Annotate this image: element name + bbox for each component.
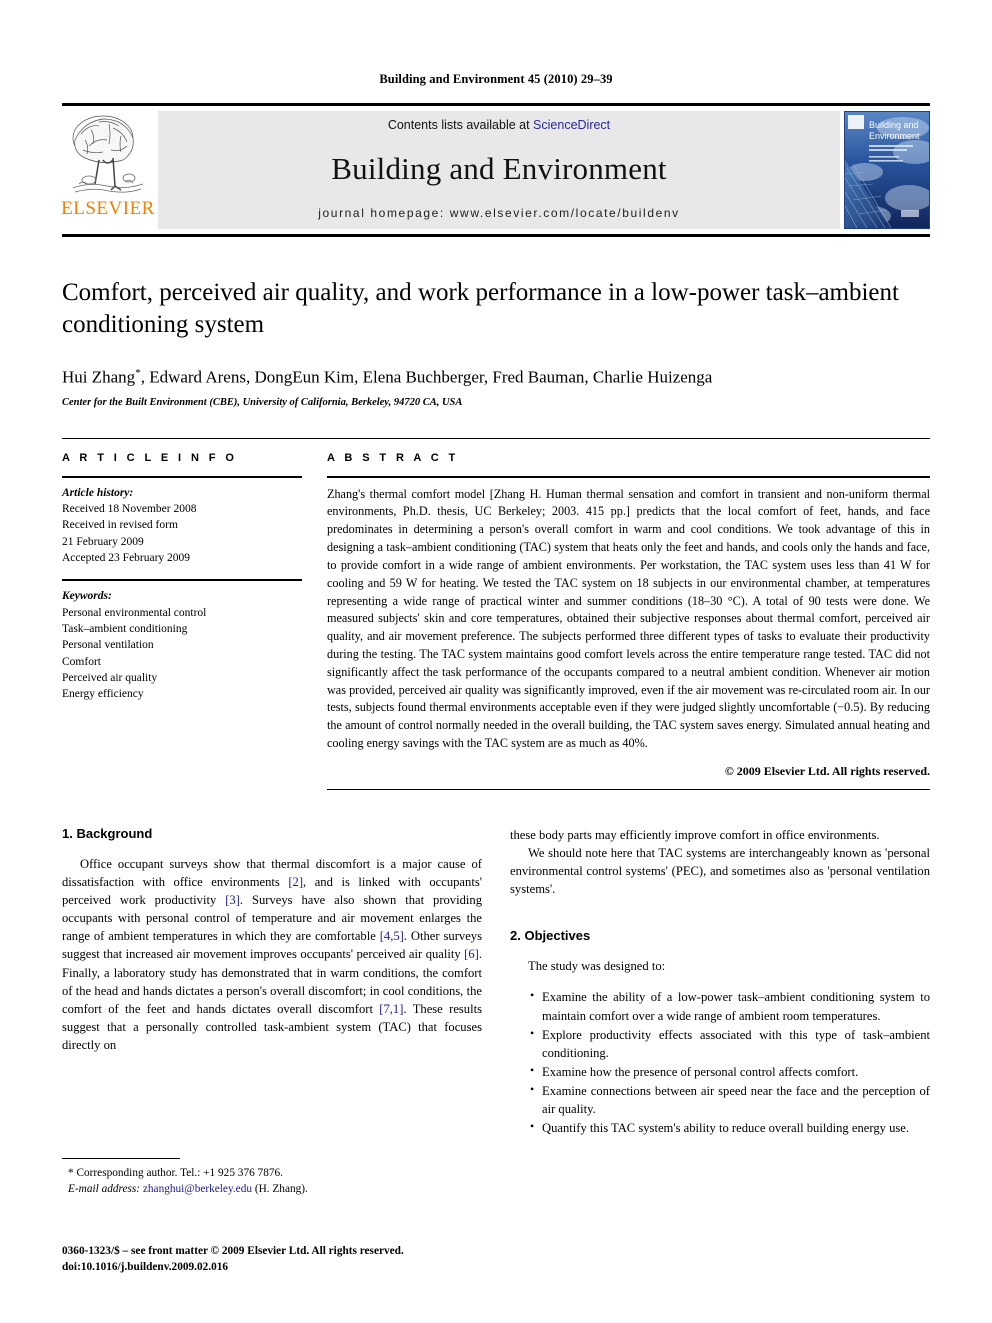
keywords-label: Keywords:	[62, 590, 112, 603]
history-item: 21 February 2009	[62, 535, 144, 548]
journal-title: Building and Environment	[331, 151, 667, 186]
journal-cover-image: Building and Environment	[845, 112, 929, 228]
elsevier-wordmark: ELSEVIER	[61, 198, 155, 219]
keyword-item: Energy efficiency	[62, 688, 144, 701]
left-column: 1. Background Office occupant surveys sh…	[62, 826, 482, 1139]
section-heading-background: 1. Background	[62, 825, 153, 841]
corresponding-author-note: * Corresponding author. Tel.: +1 925 376…	[68, 1167, 283, 1179]
abstract-column: A B S T R A C T Zhang's thermal comfort …	[327, 452, 930, 790]
keyword-item: Personal ventilation	[62, 639, 154, 652]
email-suffix: (H. Zhang).	[254, 1183, 308, 1196]
list-item: Examine how the presence of personal con…	[530, 1062, 930, 1081]
background-paragraph-2: We should note here that TAC systems are…	[510, 845, 930, 897]
running-head: Building and Environment 45 (2010) 29–39	[379, 72, 613, 86]
keyword-item: Task–ambient conditioning	[62, 622, 188, 635]
abstract-text: Zhang's thermal comfort model [Zhang H. …	[327, 486, 930, 751]
list-item: Explore productivity effects associated …	[530, 1025, 930, 1062]
history-item: Received 18 November 2008	[62, 502, 197, 515]
keyword-item: Comfort	[62, 655, 101, 668]
article-history-label: Article history:	[62, 486, 134, 499]
citation-link[interactable]: [2]	[288, 875, 303, 889]
title-block: Comfort, perceived air quality, and work…	[62, 277, 930, 408]
footer-issn-block: 0360-1323/$ – see front matter © 2009 El…	[62, 1243, 522, 1276]
email-note: E-mail address: zhanghui@berkeley.edu (H…	[62, 1181, 482, 1197]
cover-title-line2: Environment	[869, 131, 920, 141]
contents-prefix: Contents lists available at	[387, 118, 534, 132]
paper-page: Building and Environment 45 (2010) 29–39	[0, 0, 992, 1323]
abstract-bottom-rule	[327, 788, 930, 790]
keywords-block: Keywords: Personal environmental control…	[62, 581, 302, 702]
email-link[interactable]: zhanghui@berkeley.edu	[143, 1183, 252, 1195]
citation-link[interactable]: [4,5]	[380, 929, 404, 943]
history-item: Accepted 23 February 2009	[62, 551, 191, 564]
email-label: E-mail address:	[68, 1183, 141, 1196]
masthead-center: Contents lists available at ScienceDirec…	[158, 111, 840, 229]
keyword-item: Perceived air quality	[62, 671, 158, 684]
citation-link[interactable]: [7,1]	[379, 1002, 403, 1016]
citation-link[interactable]: [6]	[464, 947, 479, 961]
footnote-area: * Corresponding author. Tel.: +1 925 376…	[62, 1158, 482, 1197]
elsevier-tree-icon	[69, 110, 147, 198]
abstract-heading: A B S T R A C T	[327, 451, 459, 464]
journal-homepage-link[interactable]: journal homepage: www.elsevier.com/locat…	[318, 206, 680, 220]
doi-line[interactable]: doi:10.1016/j.buildenv.2009.02.016	[62, 1259, 522, 1275]
article-info-heading: A R T I C L E I N F O	[62, 451, 238, 464]
contents-available-line: Contents lists available at ScienceDirec…	[388, 118, 610, 132]
author-list: Hui Zhang*, Edward Arens, DongEun Kim, E…	[62, 367, 713, 387]
footnote-rule	[62, 1158, 180, 1159]
section-heading-objectives: 2. Objectives	[510, 928, 591, 944]
paper-title: Comfort, perceived air quality, and work…	[62, 279, 899, 338]
info-abstract-region: A R T I C L E I N F O Article history: R…	[62, 437, 930, 790]
right-column: these body parts may efficiently improve…	[510, 826, 930, 1139]
background-paragraph-1: Office occupant surveys show that therma…	[62, 855, 482, 1054]
copyright-line: © 2009 Elsevier Ltd. All rights reserved…	[724, 763, 930, 778]
objectives-lead-in: The study was designed to:	[528, 959, 666, 974]
history-item: Received in revised form	[62, 519, 178, 532]
cover-title-line1: Building and	[869, 120, 919, 130]
background-paragraph-1-continued: these body parts may efficiently improve…	[510, 827, 880, 842]
body-columns: 1. Background Office occupant surveys sh…	[62, 826, 930, 1139]
elsevier-logo: ELSEVIER	[61, 106, 155, 234]
list-item: Examine the ability of a low-power task–…	[530, 987, 930, 1024]
journal-masthead: ELSEVIER Contents lists available at Sci…	[61, 103, 930, 237]
list-item: Examine connections between air speed ne…	[530, 1081, 930, 1118]
sciencedirect-link[interactable]: ScienceDirect	[533, 118, 610, 132]
affiliation: Center for the Built Environment (CBE), …	[62, 396, 463, 408]
citation-link[interactable]: [3]	[225, 893, 240, 907]
article-info-column: A R T I C L E I N F O Article history: R…	[62, 452, 302, 790]
keyword-item: Personal environmental control	[62, 606, 207, 619]
journal-cover-thumbnail: Building and Environment	[844, 111, 930, 229]
list-item: Quantify this TAC system's ability to re…	[530, 1118, 930, 1137]
issn-line: 0360-1323/$ – see front matter © 2009 El…	[62, 1245, 404, 1257]
objectives-list: Examine the ability of a low-power task–…	[510, 987, 930, 1137]
article-history-block: Article history: Received 18 November 20…	[62, 478, 302, 567]
